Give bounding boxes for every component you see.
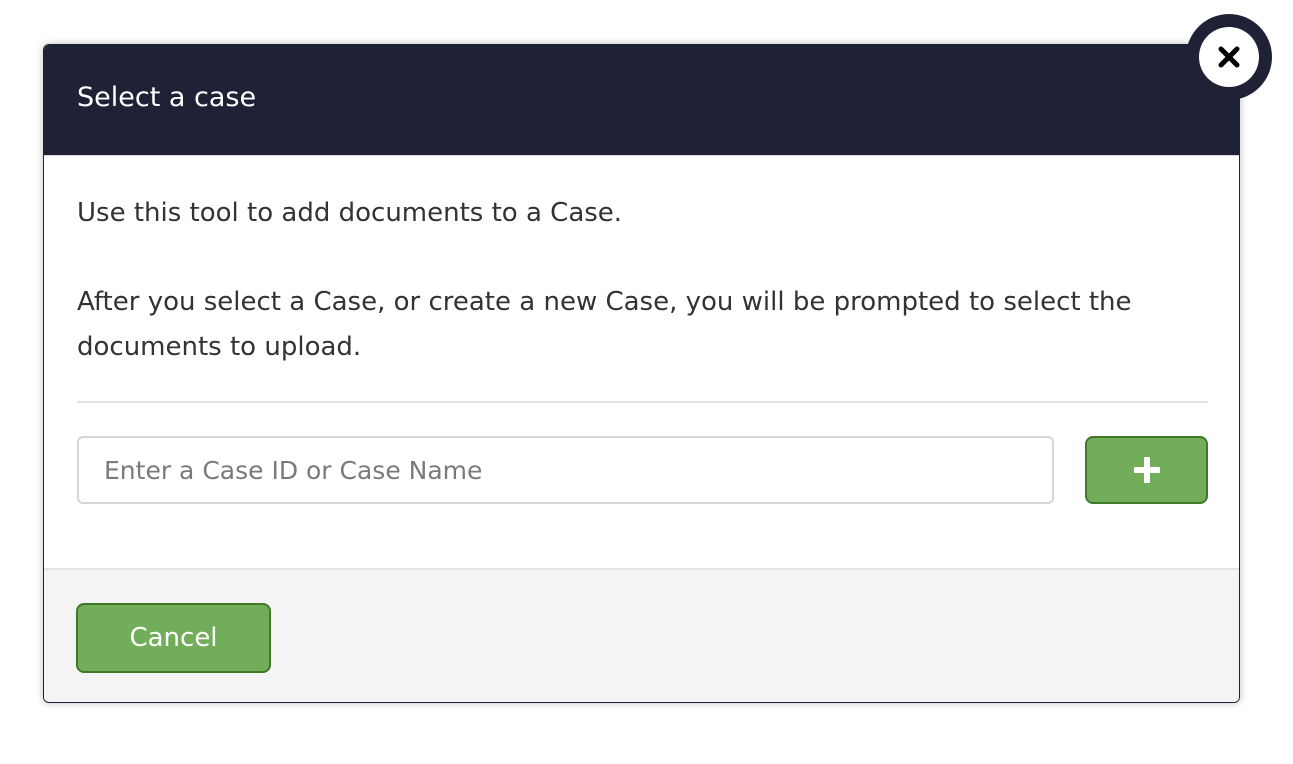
instruction-text: After you select a Case, or create a new… [77, 287, 1132, 362]
close-button[interactable] [1186, 14, 1272, 100]
close-icon [1218, 46, 1240, 68]
modal-title: Select a case [77, 82, 257, 113]
case-search-input[interactable] [77, 436, 1054, 504]
divider [77, 401, 1208, 403]
cancel-button[interactable]: Cancel [76, 603, 271, 673]
add-case-button[interactable] [1085, 436, 1208, 504]
modal-header: Select a case [44, 45, 1239, 156]
select-case-modal: Select a case Use this tool to add docum… [43, 44, 1240, 703]
plus-icon [1133, 457, 1160, 483]
modal-footer: Cancel [44, 568, 1239, 702]
close-button-face [1199, 27, 1259, 87]
intro-text: Use this tool to add documents to a Case… [77, 198, 623, 228]
